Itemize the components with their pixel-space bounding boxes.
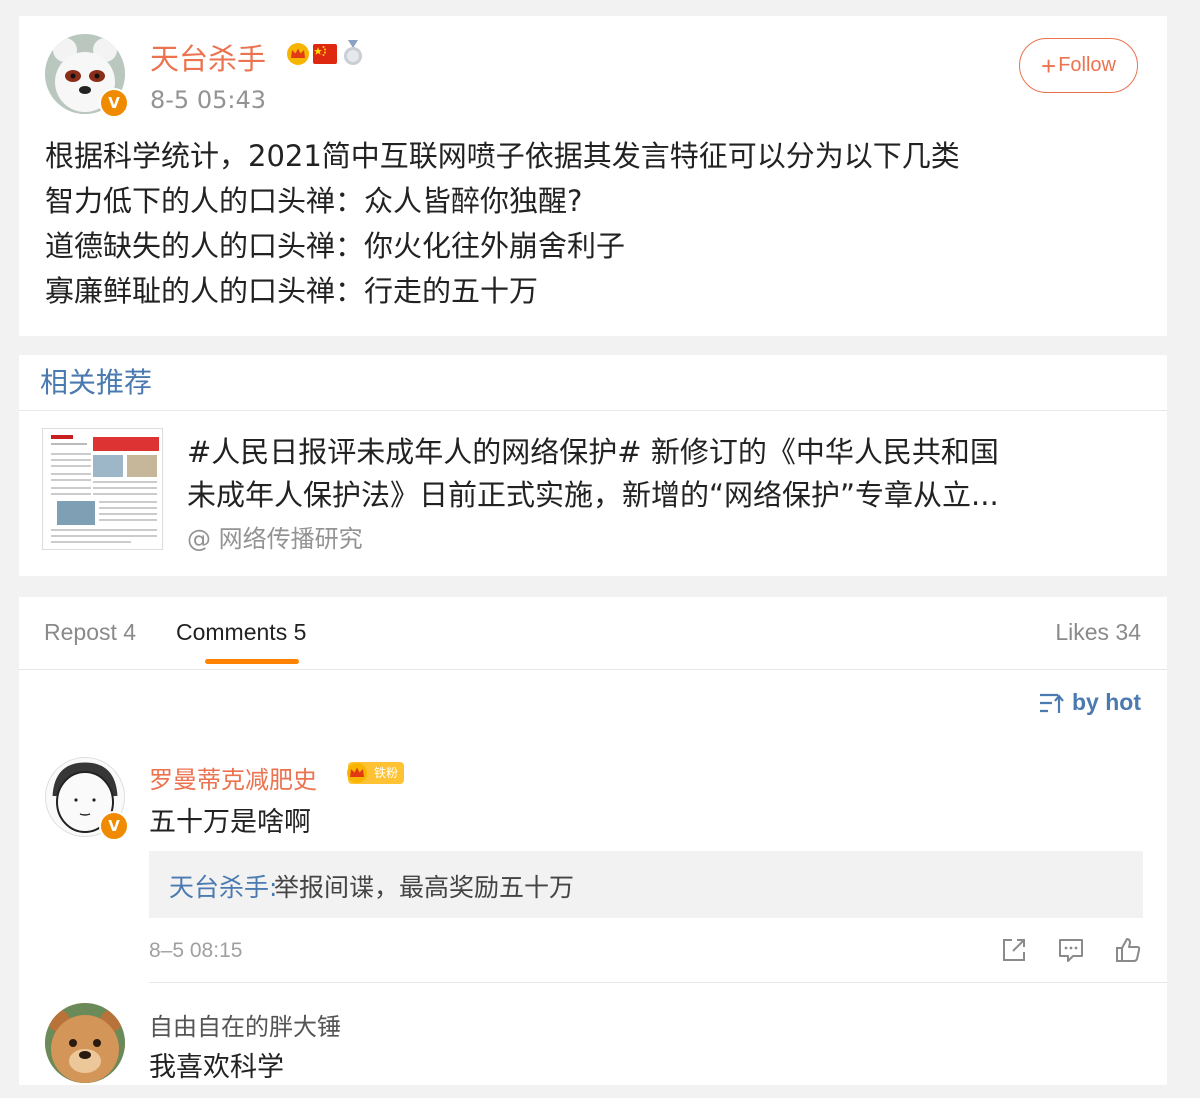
related-title: 相关推荐	[40, 366, 153, 399]
post-line: 根据科学统计，2021简中互联网喷子依据其发言特征可以分为以下几类	[45, 139, 960, 173]
tab-repost[interactable]: Repost 4	[44, 619, 136, 646]
crown-icon	[347, 763, 367, 783]
crown-icon	[287, 43, 309, 65]
post-card: V 天台杀手 8-5 05:43 + Follow 根据科学统计，2021简中互…	[19, 16, 1167, 336]
tab-comments[interactable]: Comments 5	[176, 619, 306, 646]
tab-likes[interactable]: Likes 34	[1055, 619, 1141, 646]
medal-icon	[344, 40, 362, 65]
post-body: 根据科学统计，2021简中互联网喷子依据其发言特征可以分为以下几类 智力低下的人…	[45, 134, 1155, 314]
related-source[interactable]: @ 网络传播研究	[187, 519, 363, 554]
related-thumbnail[interactable]	[42, 428, 163, 550]
newspaper-thumbnail-image	[43, 429, 162, 549]
post-line: 寡廉鲜耻的人的口头禅：行走的五十万	[45, 274, 539, 308]
comment-timestamp: 8–5 08:15	[149, 939, 243, 962]
sort-button[interactable]: by hot	[1038, 689, 1141, 716]
author-name[interactable]: 天台杀手	[150, 36, 266, 78]
follow-button[interactable]: + Follow	[1019, 38, 1138, 93]
post-line: 道德缺失的人的口头禅：你火化往外崩舍利子	[45, 229, 626, 263]
related-section-header: 相关推荐	[19, 355, 1167, 411]
related-summary[interactable]: #人民日报评未成年人的网络保护# 新修订的《中华人民共和国 未成年人保护法》日前…	[187, 431, 1147, 517]
sort-icon	[1040, 693, 1064, 713]
like-icon[interactable]	[1113, 935, 1143, 965]
teddy-bear-avatar-image	[45, 1003, 125, 1083]
active-tab-indicator	[205, 659, 299, 664]
commenter-name[interactable]: 罗曼蒂克减肥史	[149, 760, 317, 795]
post-line: 智力低下的人的口头禅：众人皆醉你独醒?	[45, 184, 583, 218]
comment-text: 五十万是啥啊	[149, 807, 311, 838]
comments-card: Repost 4 Comments 5 Likes 34 by hot V 罗曼…	[19, 597, 1167, 1085]
post-timestamp: 8-5 05:43	[150, 86, 266, 114]
follow-label: Follow	[1058, 54, 1116, 76]
china-flag-icon	[313, 44, 337, 64]
reply-text: 举报间谍，最高奖励五十万	[274, 873, 575, 902]
plus-icon: +	[1041, 50, 1057, 81]
reply-box[interactable]: 天台杀手: 举报间谍，最高奖励五十万	[149, 851, 1143, 918]
comment-divider	[149, 982, 1167, 983]
commenter-avatar[interactable]	[45, 1003, 125, 1083]
commenter-name[interactable]: 自由自在的胖大锤	[149, 1007, 341, 1042]
tabs-bar: Repost 4 Comments 5 Likes 34	[19, 597, 1167, 670]
sort-label: by hot	[1072, 689, 1141, 715]
verified-badge-icon: V	[99, 811, 129, 841]
related-item[interactable]: #人民日报评未成年人的网络保护# 新修订的《中华人民共和国 未成年人保护法》日前…	[19, 411, 1167, 576]
comment-text: 我喜欢科学	[149, 1052, 284, 1083]
verified-badge-icon: V	[99, 88, 129, 118]
repost-icon[interactable]	[999, 935, 1029, 965]
reply-author[interactable]: 天台杀手:	[169, 868, 277, 904]
related-line: 未成年人保护法》日前正式实施，新增的“网络保护”专章从立...	[187, 478, 999, 512]
comment-icon[interactable]	[1056, 935, 1086, 965]
related-line: #人民日报评未成年人的网络保护# 新修订的《中华人民共和国	[187, 435, 999, 469]
